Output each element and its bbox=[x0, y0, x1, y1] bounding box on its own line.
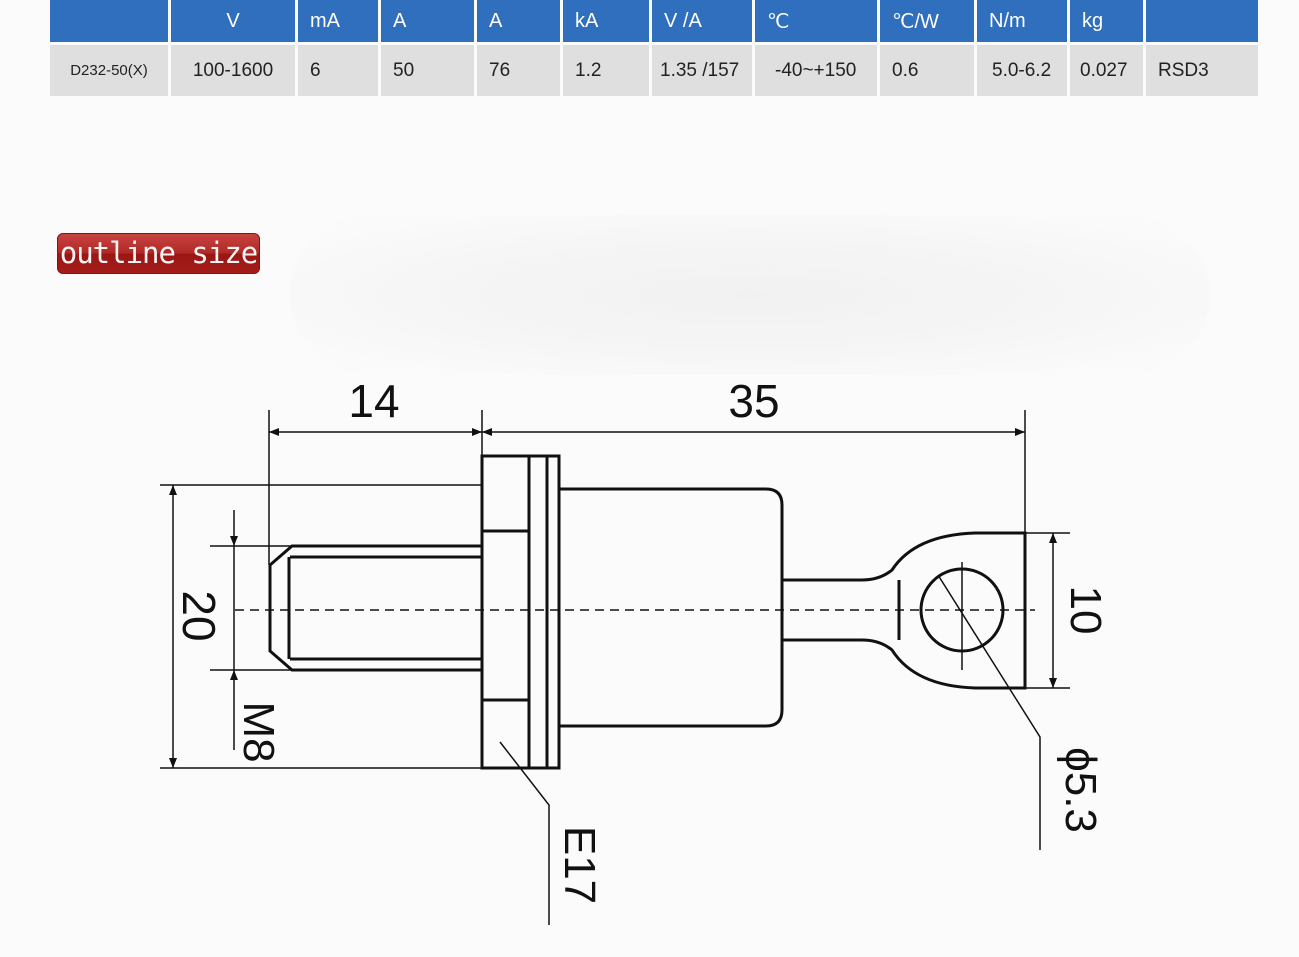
dim-label-stud-length: 14 bbox=[348, 375, 399, 427]
outline-drawing: 14 35 20 M8 10 ϕ5.3 E17 bbox=[160, 375, 1110, 925]
dim-label-body-length: 35 bbox=[728, 375, 779, 427]
dim-label-thread: M8 bbox=[234, 701, 283, 762]
hex-flange bbox=[480, 454, 561, 770]
threaded-stud bbox=[268, 544, 482, 672]
dim-label-terminal-width: 10 bbox=[1061, 586, 1110, 635]
dim-body-length bbox=[482, 410, 1026, 533]
dim-label-hole-diameter: ϕ5.3 bbox=[1056, 747, 1105, 833]
dim-stud-length bbox=[268, 410, 483, 565]
dim-label-hex-height: 20 bbox=[173, 590, 225, 641]
dim-label-hex-size: E17 bbox=[555, 826, 604, 904]
diode-body bbox=[559, 487, 784, 728]
